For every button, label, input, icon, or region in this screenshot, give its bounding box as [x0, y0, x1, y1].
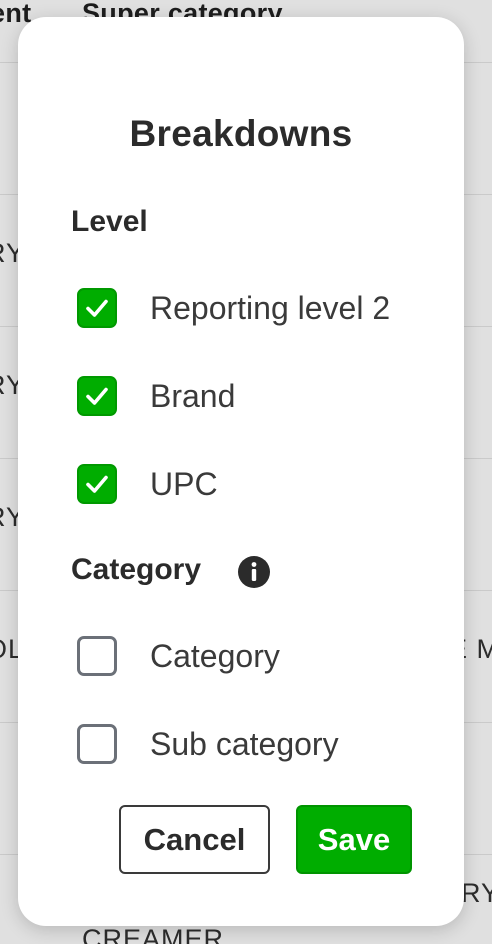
checkmark-icon [86, 475, 108, 493]
dialog-title: Breakdowns [129, 113, 353, 154]
checkbox-brand[interactable] [77, 376, 117, 416]
checkbox-sub-category[interactable] [77, 724, 117, 764]
option-label: Brand [150, 377, 236, 414]
checkbox-upc[interactable] [77, 464, 117, 504]
screen: ent Super category RY RY RY OL E M RY CR… [0, 0, 492, 944]
option-label: Sub category [150, 725, 339, 762]
option-brand[interactable]: Brand [77, 375, 235, 417]
option-category[interactable]: Category [77, 635, 280, 677]
option-label: UPC [150, 465, 218, 502]
checkmark-icon [86, 387, 108, 405]
checkbox-category[interactable] [77, 636, 117, 676]
option-label: Category [150, 637, 280, 674]
option-sub-category[interactable]: Sub category [77, 723, 339, 765]
option-reporting-level-2[interactable]: Reporting level 2 [77, 287, 390, 329]
checkmark-icon [86, 299, 108, 317]
option-upc[interactable]: UPC [77, 463, 218, 505]
option-label: Reporting level 2 [150, 289, 391, 326]
cancel-button[interactable]: Cancel [119, 805, 270, 874]
checkbox-reporting-level-2[interactable] [77, 288, 117, 328]
info-icon[interactable] [237, 555, 271, 589]
save-button[interactable]: Save [296, 805, 412, 874]
category-section-heading: Category [71, 553, 202, 586]
level-section-heading: Level [71, 205, 148, 238]
breakdowns-dialog: Breakdowns Level Reporting level 2 Brand [18, 17, 464, 926]
